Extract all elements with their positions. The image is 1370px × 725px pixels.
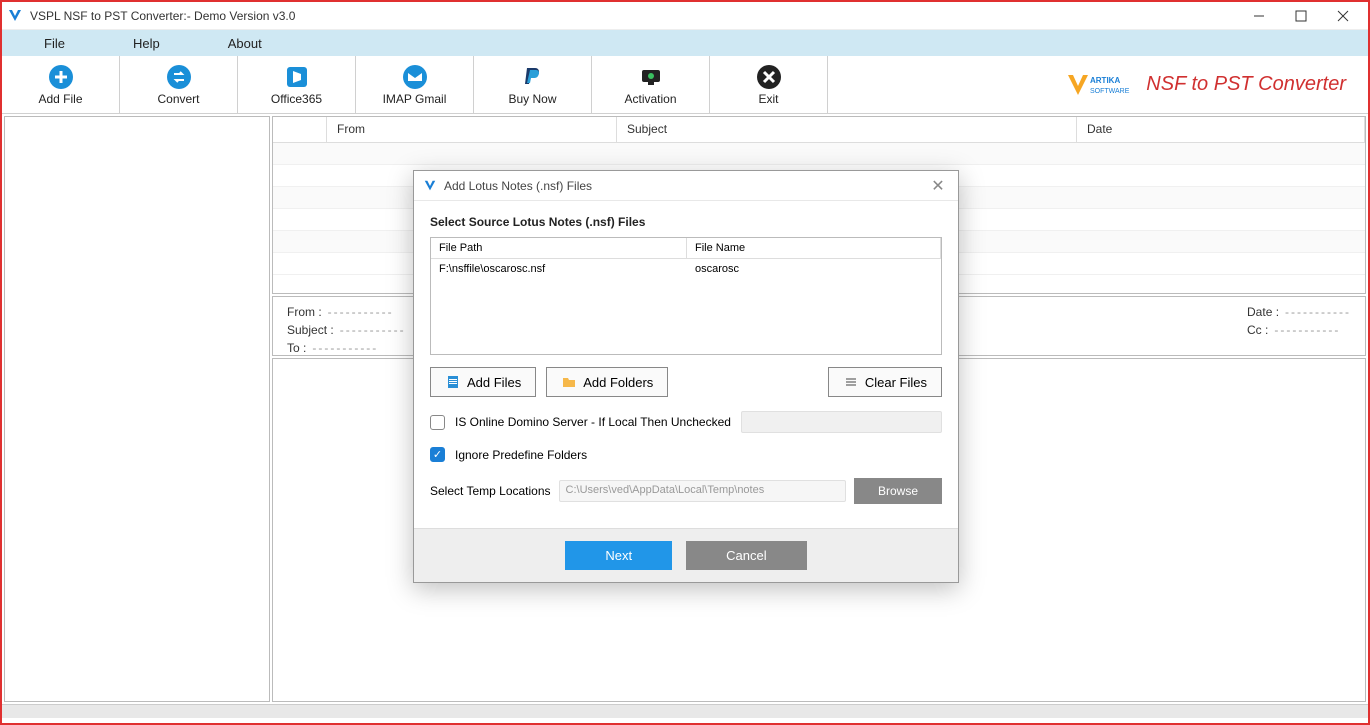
detail-subject-value: -----------: [340, 323, 406, 337]
add-folders-button[interactable]: Add Folders: [546, 367, 668, 397]
detail-date-value: -----------: [1285, 305, 1351, 319]
dialog-close-button[interactable]: ✕: [926, 174, 950, 198]
brand-area: ARTIKA SOFTWARE NSF to PST Converter: [1042, 56, 1368, 113]
exit-label: Exit: [758, 92, 778, 106]
dialog-app-icon: [422, 178, 438, 194]
close-button[interactable]: [1322, 3, 1364, 29]
plus-circle-icon: [48, 64, 74, 90]
tree-sidebar[interactable]: [4, 116, 270, 702]
add-folders-label: Add Folders: [583, 375, 653, 390]
add-files-label: Add Files: [467, 375, 521, 390]
detail-subject-label: Subject :: [287, 323, 334, 337]
detail-to-value: -----------: [312, 341, 378, 355]
ignore-folders-checkbox[interactable]: [430, 447, 445, 462]
office365-label: Office365: [271, 92, 322, 106]
office365-icon: [284, 64, 310, 90]
svg-text:ARTIKA: ARTIKA: [1090, 76, 1120, 85]
grid-col-spacer: [273, 117, 327, 142]
add-file-button[interactable]: Add File: [2, 56, 120, 113]
cancel-button[interactable]: Cancel: [686, 541, 806, 570]
buy-now-button[interactable]: Buy Now: [474, 56, 592, 113]
grid-col-from[interactable]: From: [327, 117, 617, 142]
dialog-footer: Next Cancel: [414, 528, 958, 582]
file-cell-name: oscarosc: [695, 263, 739, 275]
domino-input[interactable]: [741, 411, 942, 433]
menubar: File Help About: [2, 30, 1368, 56]
add-files-button[interactable]: Add Files: [430, 367, 536, 397]
buy-now-label: Buy Now: [508, 92, 556, 106]
dialog-heading: Select Source Lotus Notes (.nsf) Files: [430, 215, 942, 229]
imap-gmail-label: IMAP Gmail: [383, 92, 447, 106]
imap-gmail-button[interactable]: IMAP Gmail: [356, 56, 474, 113]
file-icon: [445, 374, 461, 390]
toolbar: Add File Convert Office365 IMAP Gmail Bu…: [2, 56, 1368, 114]
dialog-title-text: Add Lotus Notes (.nsf) Files: [444, 179, 592, 193]
maximize-button[interactable]: [1280, 3, 1322, 29]
gmail-icon: [402, 64, 428, 90]
clear-files-label: Clear Files: [865, 375, 927, 390]
brand-logo: ARTIKA SOFTWARE: [1064, 69, 1136, 101]
list-icon: [843, 374, 859, 390]
detail-from-label: From :: [287, 305, 322, 319]
clear-files-button[interactable]: Clear Files: [828, 367, 942, 397]
activation-label: Activation: [624, 92, 676, 106]
table-row: [273, 143, 1365, 165]
file-col-name[interactable]: File Name: [687, 238, 941, 258]
menu-help[interactable]: Help: [99, 32, 194, 55]
convert-button[interactable]: Convert: [120, 56, 238, 113]
detail-from-value: -----------: [328, 305, 394, 319]
detail-date-label: Date :: [1247, 305, 1279, 319]
detail-to-label: To :: [287, 341, 306, 355]
office365-button[interactable]: Office365: [238, 56, 356, 113]
browse-button[interactable]: Browse: [854, 478, 942, 504]
activation-icon: [638, 64, 664, 90]
add-file-label: Add File: [38, 92, 82, 106]
temp-label: Select Temp Locations: [430, 484, 551, 498]
domino-checkbox[interactable]: [430, 415, 445, 430]
file-col-path[interactable]: File Path: [431, 238, 687, 258]
convert-icon: [166, 64, 192, 90]
detail-cc-value: -----------: [1274, 323, 1340, 337]
file-row[interactable]: F:\nsffile\oscarosc.nsf oscarosc: [431, 259, 941, 279]
temp-path-input[interactable]: C:\Users\ved\AppData\Local\Temp\notes: [559, 480, 846, 502]
grid-col-date[interactable]: Date: [1077, 117, 1365, 142]
convert-label: Convert: [157, 92, 199, 106]
minimize-button[interactable]: [1238, 3, 1280, 29]
ignore-folders-label: Ignore Predefine Folders: [455, 448, 587, 462]
add-nsf-dialog: Add Lotus Notes (.nsf) Files ✕ Select So…: [413, 170, 959, 583]
file-table[interactable]: File Path File Name F:\nsffile\oscarosc.…: [430, 237, 942, 355]
file-cell-path: F:\nsffile\oscarosc.nsf: [439, 263, 695, 275]
app-icon: [6, 7, 24, 25]
exit-button[interactable]: Exit: [710, 56, 828, 113]
grid-col-subject[interactable]: Subject: [617, 117, 1077, 142]
brand-text: NSF to PST Converter: [1146, 73, 1346, 96]
next-button[interactable]: Next: [565, 541, 672, 570]
paypal-icon: [520, 64, 546, 90]
dialog-titlebar: Add Lotus Notes (.nsf) Files ✕: [414, 171, 958, 201]
svg-text:SOFTWARE: SOFTWARE: [1090, 88, 1130, 95]
menu-file[interactable]: File: [10, 32, 99, 55]
statusbar: [2, 704, 1368, 718]
titlebar: VSPL NSF to PST Converter:- Demo Version…: [2, 2, 1368, 30]
exit-icon: [756, 64, 782, 90]
grid-header: From Subject Date: [273, 117, 1365, 143]
window-title: VSPL NSF to PST Converter:- Demo Version…: [30, 9, 1238, 23]
menu-about[interactable]: About: [194, 32, 296, 55]
detail-cc-label: Cc :: [1247, 323, 1268, 337]
activation-button[interactable]: Activation: [592, 56, 710, 113]
domino-label: IS Online Domino Server - If Local Then …: [455, 415, 731, 429]
folder-icon: [561, 374, 577, 390]
